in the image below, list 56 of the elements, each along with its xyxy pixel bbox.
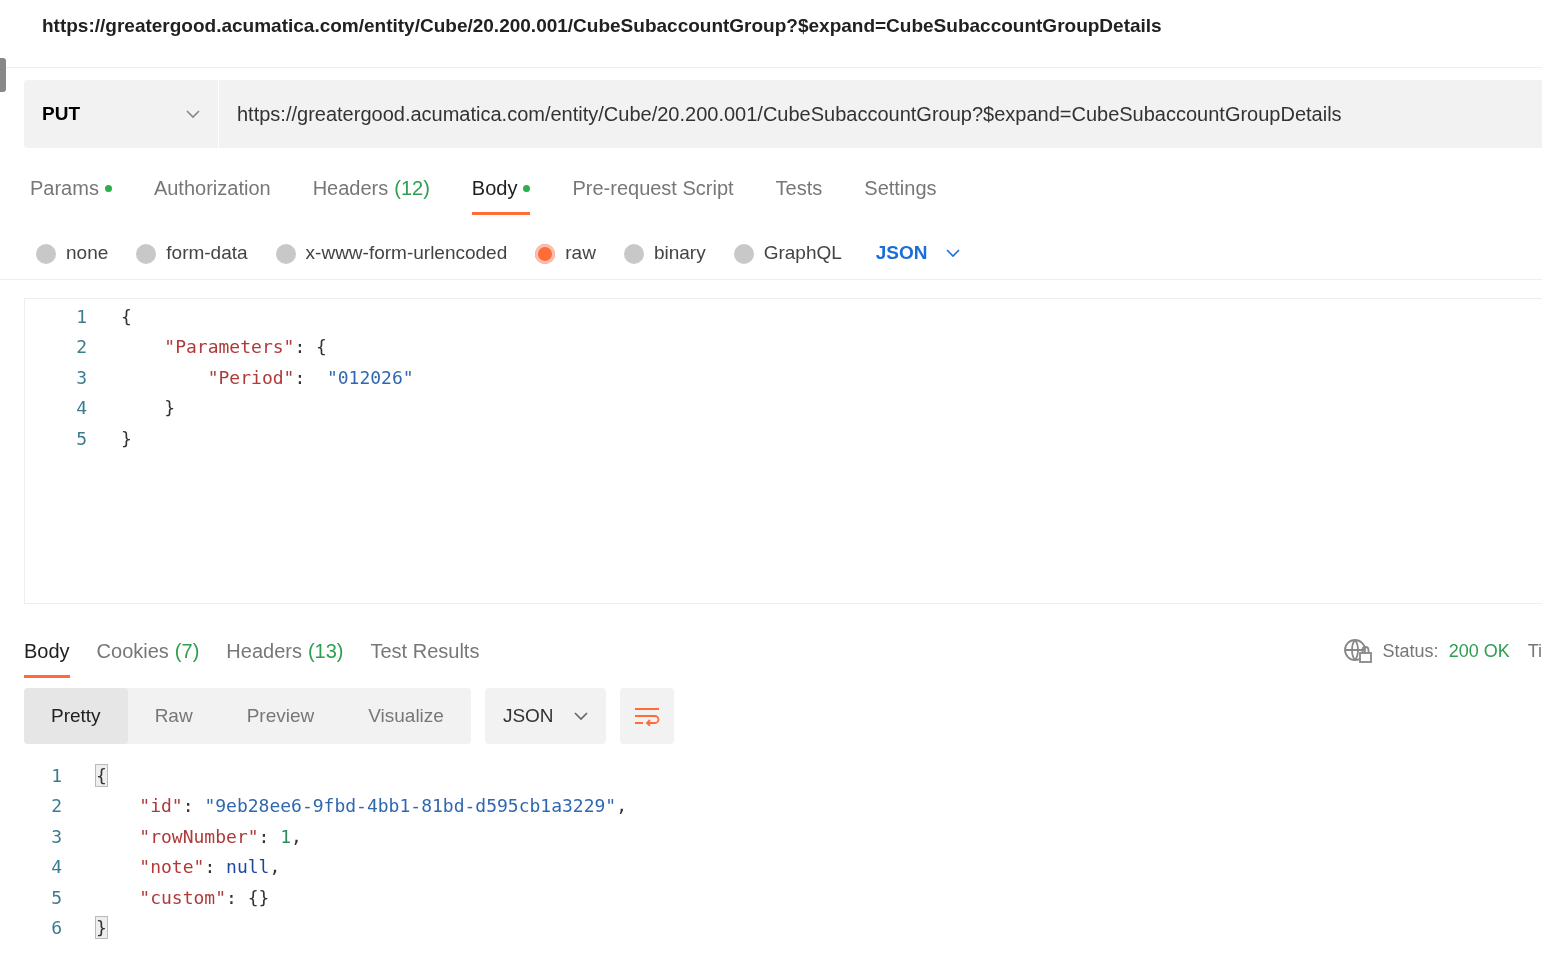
globe-lock-icon[interactable] [1342, 638, 1373, 664]
method-dropdown[interactable]: PUT [24, 80, 218, 148]
request-tab[interactable]: Params [30, 161, 112, 215]
response-tab[interactable]: Cookies (7) [96, 624, 200, 678]
code-line: } [121, 426, 132, 451]
body-type-radio[interactable]: none [36, 239, 109, 268]
line-number: 1 [50, 763, 62, 788]
format-dropdown[interactable]: JSON [869, 238, 966, 269]
wrap-icon [633, 706, 660, 726]
body-type-radio[interactable]: form-data [136, 239, 248, 268]
code-line: "rowNumber": 1, [138, 824, 302, 849]
chevron-down-icon [945, 249, 960, 258]
line-number: 2 [50, 794, 62, 819]
line-number: 5 [75, 426, 87, 451]
code-line: "id": "9eb28ee6-9fbd-4bb1-81bd-d595cb1a3229", [138, 794, 628, 819]
chevron-down-icon [186, 109, 200, 119]
response-tab[interactable]: Body [24, 624, 70, 678]
code-line: "custom": {} [138, 885, 270, 910]
line-number: 3 [50, 824, 62, 849]
request-tab[interactable]: Headers (12) [312, 161, 430, 215]
address-url: https://greatergood.acumatica.com/entity/Cube/20.200.001/CubeSubaccountGroup?$expand=CubeSubaccountGroupDetails [42, 15, 1162, 36]
response-tab[interactable]: Test Results [370, 624, 480, 678]
code-line: "Parameters": { [163, 335, 327, 360]
body-type-radio[interactable]: x-www-form-urlencoded [275, 239, 508, 268]
format-dropdown[interactable]: JSON [484, 688, 606, 744]
body-type-radio[interactable]: binary [623, 239, 706, 268]
status-value: 200 OK [1448, 639, 1510, 663]
url-field[interactable]: https://greatergood.acumatica.com/entity/Cube/20.200.001/CubeSubaccountGroup?$expand=CubeSubaccountGroupDetails [219, 80, 1542, 148]
body-type-radio[interactable]: raw [535, 239, 596, 268]
line-number: 4 [50, 855, 62, 880]
code-line: "note": null, [138, 855, 281, 880]
view-mode-tab[interactable]: Pretty [24, 688, 128, 744]
code-line: } [163, 396, 176, 421]
scroll-handle [0, 58, 6, 92]
line-number: 3 [75, 365, 87, 390]
line-number: 5 [50, 885, 62, 910]
wrap-lines-button[interactable] [619, 688, 674, 744]
body-type-radio[interactable]: GraphQL [733, 239, 842, 268]
request-tab[interactable]: Authorization [153, 161, 271, 215]
code-line: "Period": "012026" [206, 365, 414, 390]
request-tab[interactable]: Settings [864, 161, 937, 215]
response-tab[interactable]: Headers (13) [226, 624, 344, 678]
view-mode-tab[interactable]: Visualize [341, 688, 471, 744]
request-tab[interactable]: Body [471, 161, 531, 215]
line-number: 2 [75, 335, 87, 360]
line-number: 6 [50, 916, 62, 941]
line-number: 4 [75, 396, 87, 421]
line-number: 1 [75, 304, 87, 329]
time-label: Ti [1527, 639, 1542, 663]
view-mode-tab[interactable]: Raw [127, 688, 220, 744]
request-tab[interactable]: Tests [775, 161, 823, 215]
status-label: Status: [1382, 639, 1439, 663]
code-line: { [121, 304, 132, 329]
chevron-down-icon [573, 711, 588, 721]
view-mode-tab[interactable]: Preview [219, 688, 342, 744]
request-tab[interactable]: Pre-request Script [572, 161, 734, 215]
